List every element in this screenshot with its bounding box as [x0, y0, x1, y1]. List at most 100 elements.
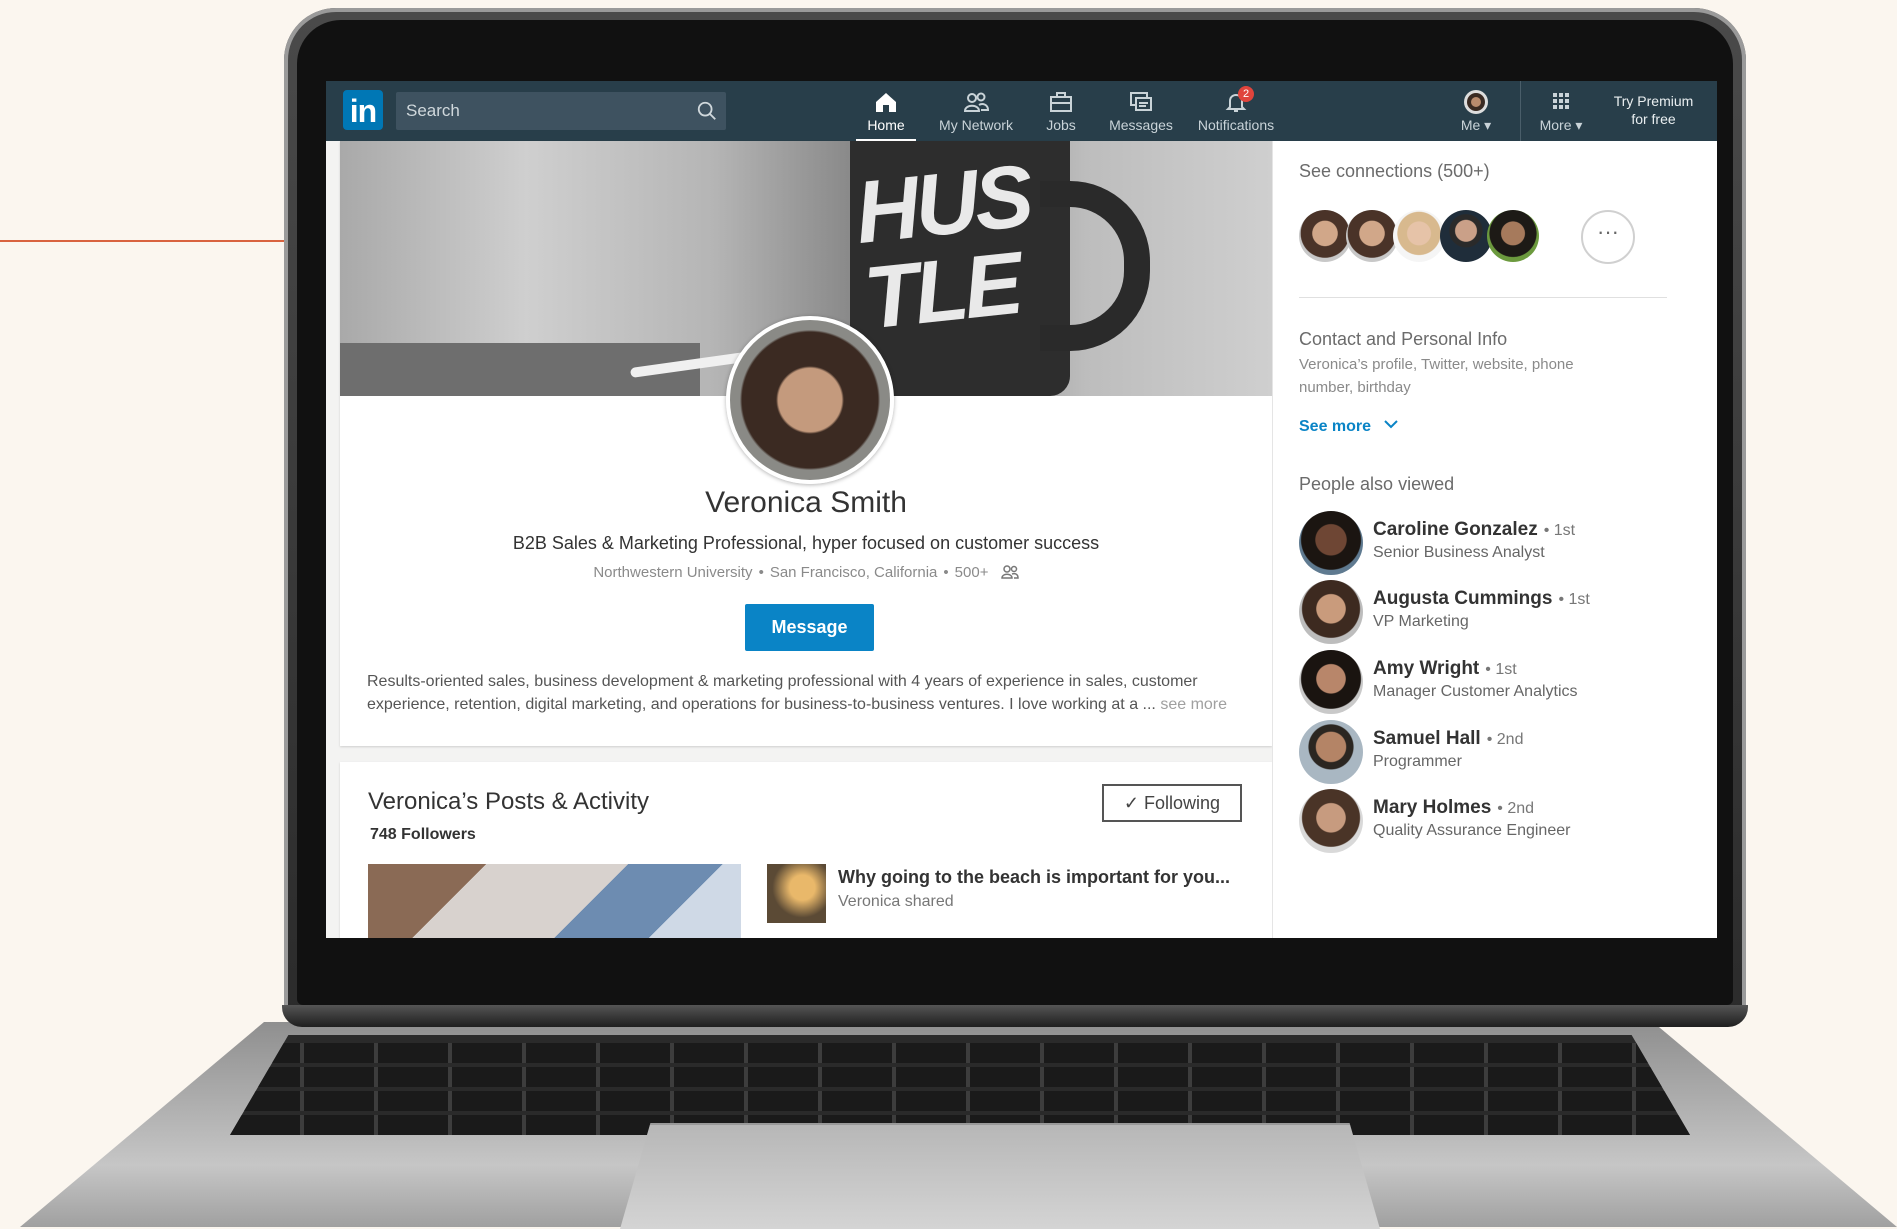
- following-label: Following: [1144, 792, 1221, 813]
- nav-divider: [1520, 81, 1521, 141]
- laptop-keyboard: [230, 1035, 1690, 1135]
- people-also-viewed-item[interactable]: Amy Wright • 1st Manager Customer Analyti…: [1299, 650, 1717, 720]
- person-degree: • 2nd: [1497, 800, 1535, 817]
- profile-headline: B2B Sales & Marketing Professional, hype…: [512, 533, 1100, 553]
- person-name[interactable]: Amy Wright: [1373, 658, 1479, 679]
- profile-photo[interactable]: [726, 316, 894, 484]
- shared-post-title[interactable]: Why going to the beach is important for …: [838, 867, 1230, 888]
- profile-card: HUS TLE Veronica Smith B2B Sales & Marke…: [340, 141, 1272, 746]
- mug-text-line-2: TLE: [859, 233, 1024, 348]
- person-degree: • 2nd: [1486, 731, 1524, 748]
- person-degree: • 1st: [1543, 522, 1576, 539]
- network-icon: [963, 92, 990, 112]
- message-button[interactable]: Message: [745, 604, 874, 651]
- people-also-viewed-item[interactable]: Caroline Gonzalez • 1st Senior Business A…: [1299, 511, 1717, 581]
- nav-notifications[interactable]: 2 Notifications: [1186, 81, 1286, 141]
- profile-school[interactable]: Northwestern University: [593, 564, 752, 581]
- profile-meta: Northwestern University • San Francisco, C…: [340, 564, 1272, 581]
- sidebar-divider: [1299, 297, 1667, 298]
- connection-avatar[interactable]: [1487, 210, 1539, 262]
- meta-separator: •: [758, 564, 764, 581]
- nav-home-label: Home: [867, 117, 905, 133]
- connection-avatar[interactable]: [1299, 210, 1351, 262]
- person-title: Quality Assurance Engineer: [1373, 822, 1571, 839]
- nav-notifications-label: Notifications: [1197, 117, 1275, 133]
- people-also-viewed-item[interactable]: Augusta Cummings • 1st VP Marketing: [1299, 580, 1717, 650]
- see-more-button[interactable]: See more: [1299, 418, 1398, 436]
- connection-avatar[interactable]: [1346, 210, 1398, 262]
- person-name-line: Mary Holmes • 2nd: [1373, 797, 1534, 819]
- profile-summary: Results-oriented sales, business develop…: [367, 670, 1247, 716]
- person-name[interactable]: Samuel Hall: [1373, 728, 1481, 749]
- person-name[interactable]: Augusta Cummings: [1373, 588, 1552, 609]
- nav-my-network-label: My Network: [939, 117, 1013, 133]
- nav-my-network[interactable]: My Network: [936, 81, 1016, 141]
- person-degree: • 1st: [1558, 591, 1590, 608]
- connections-heading[interactable]: See connections (500+): [1299, 161, 1490, 182]
- connection-avatar[interactable]: [1440, 210, 1492, 262]
- connection-avatar[interactable]: [1393, 210, 1445, 262]
- chevron-down-icon: [1383, 420, 1398, 429]
- person-name-line: Amy Wright • 1st: [1373, 658, 1517, 680]
- person-avatar[interactable]: [1299, 511, 1363, 575]
- messages-icon: [1130, 92, 1152, 111]
- nav-messages[interactable]: Messages: [1106, 81, 1176, 141]
- laptop-hinge: [282, 1005, 1748, 1027]
- person-title: Senior Business Analyst: [1373, 544, 1545, 561]
- search-box[interactable]: [396, 92, 726, 130]
- person-name-line: Samuel Hall • 2nd: [1373, 728, 1523, 750]
- screen: in Home My Network Jobs Messages 2: [326, 81, 1717, 938]
- person-title: VP Marketing: [1373, 613, 1469, 630]
- grid-icon: [1553, 93, 1569, 109]
- activity-card: Veronica’s Posts & Activity 748 Follower…: [340, 762, 1272, 938]
- linkedin-logo[interactable]: in: [343, 90, 383, 130]
- profile-name: Veronica Smith: [705, 486, 907, 519]
- nav-jobs[interactable]: Jobs: [1031, 81, 1091, 141]
- following-button[interactable]: ✓ Following: [1102, 784, 1242, 822]
- search-input[interactable]: [396, 92, 676, 130]
- person-avatar[interactable]: [1299, 580, 1363, 644]
- banner-mug-handle: [1040, 181, 1150, 351]
- premium-line-2: for free: [1631, 111, 1676, 127]
- premium-line-1: Try Premium: [1613, 93, 1694, 109]
- person-name[interactable]: Caroline Gonzalez: [1373, 519, 1538, 540]
- person-avatar[interactable]: [1299, 789, 1363, 853]
- activity-title: Veronica’s Posts & Activity: [368, 788, 650, 815]
- followers-count: 748 Followers: [370, 826, 476, 843]
- meta-separator: •: [943, 564, 949, 581]
- nav-me[interactable]: Me ▾: [1446, 81, 1506, 141]
- key-row: [230, 1091, 1690, 1111]
- banner-mug-text: HUS TLE: [851, 145, 1042, 348]
- avatar: [1464, 90, 1488, 114]
- nav-home[interactable]: Home: [856, 81, 916, 141]
- people-also-viewed-heading: People also viewed: [1299, 474, 1455, 494]
- nav-more-label: More ▾: [1539, 117, 1583, 133]
- nav-me-label: Me ▾: [1460, 117, 1492, 133]
- right-sidebar: See connections (500+) ··· Contact and P…: [1272, 141, 1717, 938]
- shared-post-thumbnail[interactable]: [767, 864, 826, 923]
- nav-jobs-label: Jobs: [1046, 117, 1076, 133]
- search-icon[interactable]: [696, 100, 718, 122]
- jobs-icon: [1050, 92, 1072, 112]
- nav-more[interactable]: More ▾: [1536, 81, 1586, 141]
- key-row: [230, 1067, 1690, 1087]
- summary-text: Results-oriented sales, business develop…: [367, 673, 1198, 713]
- nav-messages-label: Messages: [1109, 117, 1173, 133]
- post-thumbnail[interactable]: [368, 864, 741, 938]
- person-avatar[interactable]: [1299, 720, 1363, 784]
- profile-connections[interactable]: 500+: [955, 564, 989, 581]
- contact-description: Veronica’s profile, Twitter, website, ph…: [1299, 356, 1574, 396]
- try-premium-link[interactable]: Try Premium for free: [1596, 92, 1711, 128]
- more-connections-button[interactable]: ···: [1581, 210, 1635, 264]
- laptop-trackpad: [620, 1123, 1380, 1229]
- person-title: Manager Customer Analytics: [1373, 683, 1578, 700]
- person-avatar[interactable]: [1299, 650, 1363, 714]
- people-also-viewed-item[interactable]: Mary Holmes • 2nd Quality Assurance Engin…: [1299, 789, 1717, 859]
- summary-see-more-link[interactable]: see more: [1160, 696, 1227, 713]
- contact-heading: Contact and Personal Info: [1299, 329, 1508, 349]
- shared-post-subtitle: Veronica shared: [838, 893, 954, 910]
- person-name[interactable]: Mary Holmes: [1373, 797, 1491, 818]
- people-also-viewed-item[interactable]: Samuel Hall • 2nd Programmer: [1299, 720, 1717, 790]
- person-title: Programmer: [1373, 753, 1462, 770]
- home-icon: [876, 93, 896, 112]
